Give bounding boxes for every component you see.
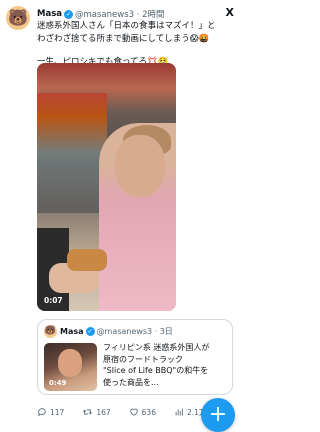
retweet-icon — [83, 409, 93, 415]
quoted-tweet[interactable]: 🐻 Masa ✓ @masanews3 · 3日 0:49 フィリピン系 迷惑系… — [37, 319, 233, 395]
tweet-text-line — [37, 45, 237, 56]
quote-video-duration: 0:49 — [49, 379, 67, 387]
heart-icon — [129, 408, 138, 416]
handle-time[interactable]: @masanews3 · 2時間 — [75, 8, 165, 20]
retweet-button[interactable]: 167 — [82, 407, 111, 417]
retweet-count: 167 — [96, 407, 111, 417]
tweet-video[interactable]: 0:07 — [37, 63, 176, 311]
quote-avatar-bear-icon: 🐻 — [44, 326, 57, 336]
quote-video-thumbnail[interactable]: 0:49 — [44, 343, 97, 391]
video-duration: 0:07 — [44, 296, 63, 305]
verified-badge-icon: ✓ — [64, 9, 73, 19]
author-name[interactable]: Masa — [37, 9, 62, 19]
like-count: 636 — [141, 407, 156, 417]
quote-text: フィリピン系 迷惑系外国人が 原宿のフードトラック "Slice of Life… — [103, 342, 231, 388]
compose-button[interactable]: + — [201, 398, 235, 432]
reply-icon — [37, 408, 46, 417]
tweet-text-line: 迷惑系外国人さん「日本の食事はマズイ！」と — [37, 21, 216, 31]
video-street-scene — [37, 93, 107, 213]
reply-button[interactable]: 117 — [37, 407, 64, 417]
x-logo-icon[interactable]: X — [226, 6, 234, 19]
tweet-avatar[interactable]: 🐻 — [6, 6, 30, 30]
views-chart-icon — [175, 408, 183, 416]
quote-text-line: 使った商品を... — [103, 377, 159, 387]
quote-text-line: "Slice of Life BBQ"の和牛を — [103, 366, 209, 375]
tweet-text: 迷惑系外国人さん「日本の食事はマズイ！」と わざわざ捨てる所まで動画にしてしまう… — [37, 20, 237, 69]
quote-thumbnail-face — [58, 349, 82, 377]
tweet-header: Masa ✓ @masanews3 · 2時間 — [37, 8, 214, 20]
quote-text-line: フィリピン系 迷惑系外国人が — [103, 343, 210, 352]
tweet-text-line: わざわざ捨てる所まで動画にしてしまう😱🤬 — [37, 33, 210, 44]
video-food — [67, 249, 107, 271]
video-person-head — [115, 135, 165, 197]
quote-header: Masa ✓ @masanews3 · 3日 — [60, 326, 173, 337]
quote-verified-badge-icon: ✓ — [85, 327, 95, 336]
reply-count: 117 — [50, 407, 65, 417]
quote-avatar: 🐻 — [44, 325, 57, 338]
quote-author-name: Masa — [60, 327, 84, 336]
quote-handle-time: @masanews3 · 3日 — [96, 327, 173, 336]
like-button[interactable]: 636 — [129, 407, 156, 417]
quote-text-line: 原宿のフードトラック — [103, 354, 183, 364]
avatar-bear-icon: 🐻 — [8, 8, 28, 27]
